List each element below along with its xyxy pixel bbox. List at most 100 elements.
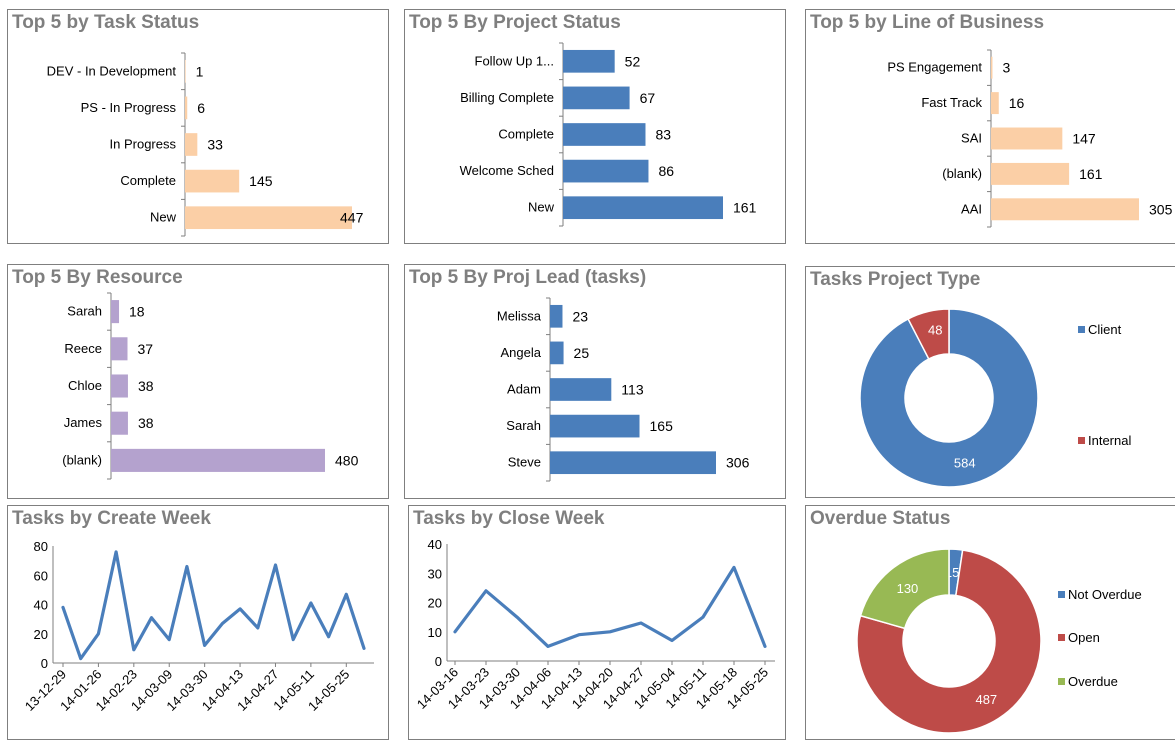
bar <box>185 59 186 83</box>
category-label: PS Engagement <box>887 60 982 75</box>
category-label: Angela <box>501 345 542 360</box>
category-label: (blank) <box>62 452 102 467</box>
data-label: 145 <box>249 173 273 189</box>
category-label: New <box>528 200 555 215</box>
chart-title: Tasks Project Type <box>810 269 981 290</box>
chart-svg: DEV - In Development 1 PS - In Progress 6 In… <box>47 52 364 237</box>
bar <box>550 378 612 401</box>
data-label: 86 <box>658 163 674 179</box>
chart-panel-resource: Sarah 18 Reece 37 Chloe 38 James 38 (blank) 480 T… <box>7 264 389 499</box>
chart-title: Top 5 By Project Status <box>409 12 621 33</box>
bar <box>185 96 188 120</box>
y-tick-label: 0 <box>435 654 442 669</box>
data-label: 48 <box>928 322 942 337</box>
bar <box>563 159 649 183</box>
category-label: AAI <box>961 201 982 216</box>
legend-swatch <box>1058 678 1065 685</box>
bar <box>563 49 615 73</box>
category-label: Chloe <box>68 378 102 393</box>
data-label: 16 <box>1009 95 1025 111</box>
chart-svg: Sarah 18 Reece 37 Chloe 38 James 38 (blank) 480 <box>62 292 359 480</box>
legend-swatch <box>1058 591 1065 598</box>
legend-swatch <box>1078 326 1085 333</box>
bar <box>550 414 640 438</box>
data-label: 38 <box>138 378 154 394</box>
bar <box>111 411 128 435</box>
chart-svg: Follow Up 1... 52 Billing Complete 67 Comple… <box>460 42 757 227</box>
chart-panel-project-status: Follow Up 1... 52 Billing Complete 67 Comple… <box>404 9 786 244</box>
bar <box>563 123 646 146</box>
data-label: 161 <box>733 200 757 216</box>
y-tick-label: 0 <box>41 656 48 671</box>
data-label: 113 <box>621 382 644 398</box>
chart-title: Tasks by Create Week <box>12 508 211 529</box>
category-label: Follow Up 1... <box>475 53 554 68</box>
category-label: SAI <box>961 131 982 146</box>
bar <box>111 448 325 472</box>
category-label: Sarah <box>506 418 541 433</box>
bar <box>991 162 1070 185</box>
bar <box>111 337 128 361</box>
y-tick-label: 80 <box>34 539 48 554</box>
chart-panel-proj-lead: Melissa 23 Angela 25 Adam 113 Sarah 165 Steve 306… <box>404 264 786 499</box>
category-label: Melissa <box>497 308 542 323</box>
legend-swatch <box>1078 437 1085 444</box>
category-label: New <box>150 210 177 225</box>
data-label: 6 <box>197 100 205 116</box>
category-label: DEV - In Development <box>47 63 177 78</box>
chart-title: Top 5 By Proj Lead (tasks) <box>409 267 647 288</box>
data-label: 584 <box>954 456 976 471</box>
bar <box>563 196 723 220</box>
chart-title: Overdue Status <box>810 508 951 529</box>
legend-label: Overdue <box>1068 674 1118 689</box>
series-line <box>453 565 767 648</box>
bar <box>563 86 630 110</box>
data-label: 487 <box>975 692 997 707</box>
chart-svg: 02040608013-12-2914-01-2614-02-2314-03-0… <box>22 539 374 714</box>
bar <box>550 451 716 475</box>
category-label: Sarah <box>67 304 102 319</box>
category-label: (blank) <box>942 166 982 181</box>
y-tick-label: 20 <box>428 596 442 611</box>
data-label: 67 <box>640 90 656 106</box>
chart-panel-overdue-status: 15 Not Overdue 487 Open 130 Overdue Overdue S… <box>805 505 1175 740</box>
y-tick-label: 30 <box>428 566 442 581</box>
category-label: Steve <box>508 455 541 470</box>
data-label: 305 <box>1149 201 1173 217</box>
data-label: 18 <box>129 304 145 320</box>
y-tick-label: 10 <box>428 625 442 640</box>
y-tick-label: 40 <box>428 537 442 552</box>
bar <box>111 374 128 398</box>
bar <box>550 341 564 365</box>
bar <box>991 198 1139 221</box>
bar <box>185 133 198 156</box>
bar <box>111 300 120 324</box>
series-line <box>61 550 366 661</box>
bar <box>550 304 563 328</box>
category-label: James <box>64 415 103 430</box>
chart-panel-close-week: 0 10 20 30 40 14-03-16 14-03-23 14-03-30 14-04-0… <box>408 505 786 740</box>
chart-panel-task-status: DEV - In Development 1 PS - In Progress 6 In… <box>7 9 389 244</box>
category-label: Welcome Sched <box>460 163 554 178</box>
category-label: Complete <box>498 127 554 142</box>
data-label: 52 <box>625 53 641 69</box>
y-tick-label: 40 <box>34 598 48 613</box>
chart-title: Top 5 by Task Status <box>12 12 200 33</box>
data-label: 147 <box>1072 131 1096 147</box>
category-label: Reece <box>64 341 102 356</box>
chart-title: Top 5 By Resource <box>12 267 183 288</box>
bar <box>185 206 352 230</box>
category-label: Fast Track <box>921 95 982 110</box>
legend-swatch <box>1058 634 1065 641</box>
chart-panel-project-type: 584 Client 48 Internal Tasks Project Type <box>805 266 1175 498</box>
legend-label: Not Overdue <box>1068 587 1142 602</box>
chart-svg: 584 Client 48 Internal <box>859 308 1131 488</box>
data-label: 33 <box>207 137 223 153</box>
data-label: 130 <box>897 581 919 596</box>
data-label: 83 <box>655 127 671 143</box>
bar <box>991 56 993 79</box>
category-label: Complete <box>120 173 176 188</box>
data-label: 38 <box>138 415 154 431</box>
chart-svg: 15Not Overdue487Open130Overdue <box>856 548 1142 734</box>
bar <box>991 92 999 115</box>
